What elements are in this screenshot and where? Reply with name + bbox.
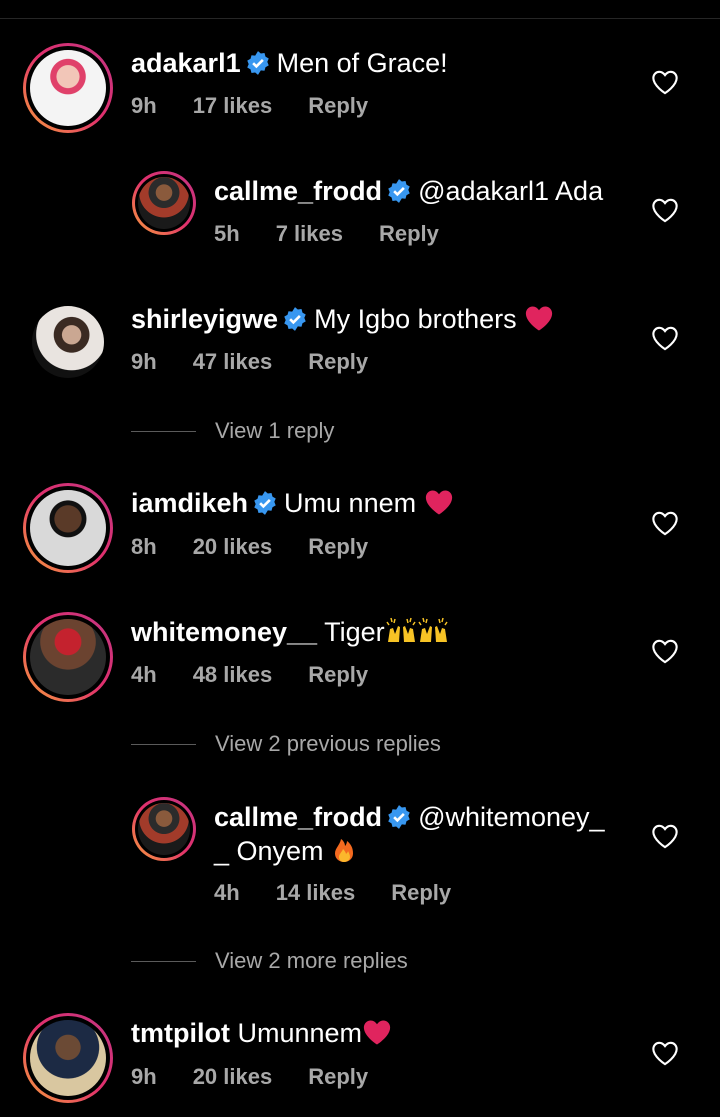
reply-button[interactable]: Reply [308, 93, 368, 118]
verified-badge-icon [254, 491, 276, 515]
avatar[interactable] [23, 43, 113, 133]
top-divider [0, 18, 720, 19]
view-replies-text[interactable]: View 2 previous replies [215, 731, 441, 757]
like-heart-icon[interactable] [651, 1040, 679, 1066]
comment-text: Tiger [324, 617, 385, 647]
comment-text: Umu nnem [284, 488, 417, 518]
like-heart-icon[interactable] [651, 823, 679, 849]
verified-badge-icon [284, 307, 306, 331]
likes-count[interactable]: 47 likes [193, 349, 273, 374]
comment-text: @adakarl1 Ada [418, 176, 604, 206]
red-heart-emoji-icon [425, 490, 452, 515]
like-heart-icon[interactable] [651, 69, 679, 95]
comment-time: 9h [131, 349, 157, 374]
comment-time: 4h [214, 880, 240, 905]
comment-time: 5h [214, 221, 240, 246]
reply-button[interactable]: Reply [308, 662, 368, 687]
raising-hands-emoji-icon [385, 617, 416, 642]
avatar[interactable] [23, 612, 113, 702]
like-heart-icon[interactable] [651, 197, 679, 223]
reply-button[interactable]: Reply [379, 221, 439, 246]
comment-text: My Igbo brothers [314, 304, 517, 334]
raising-hands-emoji-icon [417, 617, 448, 642]
username[interactable]: iamdikeh [131, 488, 248, 518]
avatar[interactable] [23, 1013, 113, 1103]
reply-button[interactable]: Reply [308, 1064, 368, 1089]
verified-badge-icon [388, 179, 410, 203]
like-heart-icon[interactable] [651, 638, 679, 664]
verified-badge-icon [388, 805, 410, 829]
view-replies-text[interactable]: View 2 more replies [215, 948, 408, 974]
avatar[interactable] [132, 797, 196, 861]
like-heart-icon[interactable] [651, 510, 679, 536]
view-replies-text[interactable]: View 1 reply [215, 418, 334, 444]
likes-count[interactable]: 20 likes [193, 534, 273, 559]
comment-time: 4h [131, 662, 157, 687]
avatar[interactable] [23, 483, 113, 573]
thread-line [131, 961, 196, 962]
thread-line [131, 431, 196, 432]
comment-time: 9h [131, 1064, 157, 1089]
username[interactable]: whitemoney__ [131, 617, 317, 647]
comment-time: 9h [131, 93, 157, 118]
reply-button[interactable]: Reply [308, 534, 368, 559]
red-heart-emoji-icon [363, 1020, 391, 1045]
like-heart-icon[interactable] [651, 325, 679, 351]
likes-count[interactable]: 48 likes [193, 662, 273, 687]
likes-count[interactable]: 14 likes [276, 880, 356, 905]
username[interactable]: callme_frodd [214, 176, 382, 206]
username[interactable]: tmtpilot [131, 1018, 230, 1048]
comment-text: Men of Grace! [276, 48, 448, 78]
username[interactable]: callme_frodd [214, 802, 382, 832]
avatar[interactable] [32, 306, 104, 378]
comment-text: Umunnem [237, 1018, 363, 1048]
fire-emoji-icon [335, 839, 354, 862]
username[interactable]: adakarl1 [131, 48, 241, 78]
view-replies-link[interactable]: View 1 reply [131, 418, 691, 448]
reply-button[interactable]: Reply [391, 880, 451, 905]
view-previous-replies-link[interactable]: View 2 previous replies [131, 731, 691, 761]
verified-badge-icon [246, 51, 269, 75]
comment-text-continued: _ Onyem [214, 836, 324, 866]
likes-count[interactable]: 7 likes [276, 221, 343, 246]
red-heart-emoji-icon [526, 306, 553, 331]
likes-count[interactable]: 17 likes [193, 93, 273, 118]
likes-count[interactable]: 20 likes [193, 1064, 273, 1089]
view-more-replies-link[interactable]: View 2 more replies [131, 948, 691, 978]
username[interactable]: shirleyigwe [131, 304, 278, 334]
avatar[interactable] [132, 171, 196, 235]
comment-text: @whitemoney_ [418, 802, 605, 832]
comment-time: 8h [131, 534, 157, 559]
reply-button[interactable]: Reply [308, 349, 368, 374]
thread-line [131, 744, 196, 745]
